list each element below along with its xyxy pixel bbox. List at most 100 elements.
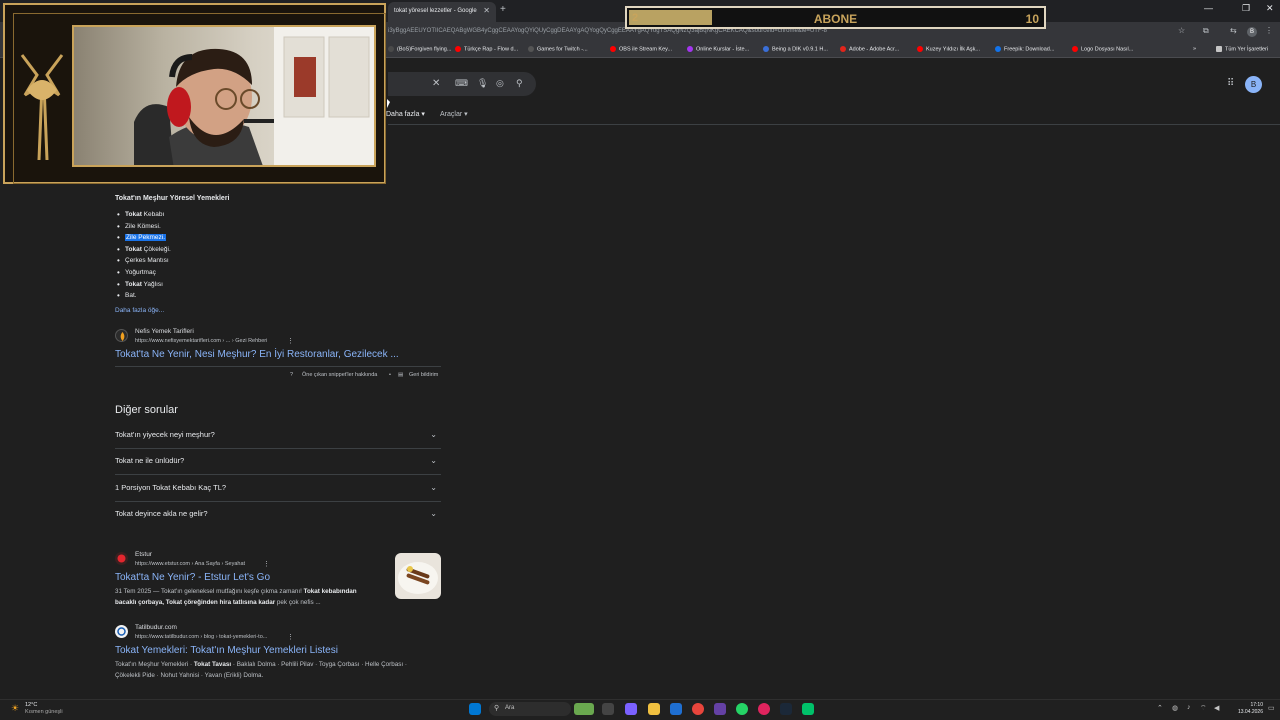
bookmark-item[interactable]: (BoS)Forgiven flying... (388, 46, 451, 52)
lens-icon[interactable]: ◎ (496, 78, 504, 89)
close-tab-icon[interactable]: ✕ (483, 6, 490, 15)
browser-tab[interactable]: tokat yöresel lezzetler - Google ✕ (388, 2, 496, 22)
snippet-item-text: Yoğurtmaç (125, 268, 156, 276)
bookmark-favicon-icon (1072, 46, 1078, 52)
snippet-item-text: Zile Kömesi. (125, 222, 161, 230)
paa-question-text: Tokat'ın yiyecek neyi meşhur? (115, 430, 215, 439)
result-site-name[interactable]: Etstur (135, 551, 152, 558)
weather-icon[interactable]: ☀ (11, 703, 19, 714)
paa-question[interactable]: Tokat ne ile ünlüdür? ⌄ (115, 456, 441, 465)
feedback-icon[interactable]: ▤ (398, 372, 403, 378)
result-description: Tokat'ın Meşhur Yemekleri · Tokat Tavası… (115, 661, 408, 679)
all-bookmarks-link[interactable]: Tüm Yer İşaretleri (1216, 46, 1268, 52)
taskbar (0, 699, 1280, 720)
paa-question-text: Tokat ne ile ünlüdür? (115, 456, 185, 465)
paa-question[interactable]: Tokat'ın yiyecek neyi meşhur? ⌄ (115, 430, 441, 439)
store-icon[interactable] (670, 703, 682, 715)
help-icon[interactable]: ? (290, 372, 293, 378)
snippet-item-text: Bat. (125, 292, 137, 300)
snippet-item-text: Kebabı (141, 211, 165, 218)
more-items-link[interactable]: Daha fazla öğe... (115, 307, 164, 314)
more-options-icon[interactable]: ⋮ (287, 337, 294, 345)
tab-tools[interactable]: Araçlar ▾ (440, 110, 468, 118)
xbox-icon[interactable] (802, 703, 814, 715)
copilot-icon[interactable] (625, 703, 637, 715)
account-avatar[interactable]: B (1245, 76, 1262, 93)
folder-icon (1216, 46, 1222, 52)
extensions-icon[interactable]: ⧉ (1203, 26, 1209, 36)
snippet-list-item: Yoğurtmaç (115, 267, 171, 279)
mic-icon[interactable]: 🎙 (477, 78, 488, 89)
source-name[interactable]: Nefis Yemek Tarifleri (135, 328, 194, 335)
chrome-icon[interactable] (692, 703, 704, 715)
snippet-list-item: Tokat Çökeleği. (115, 244, 171, 256)
bookmark-favicon-icon (840, 46, 846, 52)
maximize-icon[interactable]: ❐ (1242, 3, 1250, 14)
header-divider (388, 124, 1280, 125)
bookmark-item[interactable]: Türkçe Rap - Flow d... (455, 46, 518, 52)
bookmark-label: Türkçe Rap - Flow d... (464, 46, 519, 53)
clear-search-icon[interactable]: ✕ (432, 78, 440, 89)
keyboard-icon[interactable]: ⌨ (455, 78, 468, 89)
mouse-cursor (387, 99, 390, 108)
whatsapp-icon[interactable] (736, 703, 748, 715)
bookmark-item[interactable]: OBS ile Stream Key... (610, 46, 672, 52)
bookmark-item[interactable]: Freepik: Download... (995, 46, 1054, 52)
result-site-name[interactable]: Tatilbudur.com (135, 624, 177, 631)
bookmark-star-icon[interactable]: ☆ (1178, 26, 1185, 35)
app-icon-red[interactable] (758, 703, 770, 715)
file-explorer-icon[interactable] (648, 703, 660, 715)
network-icon[interactable]: ◍ (1172, 704, 1178, 712)
bookmark-favicon-icon (995, 46, 1001, 52)
search-icon: ⚲ (494, 705, 500, 712)
chevron-down-icon: ⌄ (430, 483, 437, 492)
snippet-result-title[interactable]: Tokat'ta Ne Yenir, Nesi Meşhur? En İyi R… (115, 349, 399, 360)
bookmark-item[interactable]: Being a DIK v0.9.1 H... (763, 46, 828, 52)
notification-icon[interactable]: ▭ (1268, 704, 1275, 712)
sidepanel-icon[interactable]: ⇆ (1230, 26, 1237, 35)
twitch-icon[interactable] (714, 703, 726, 715)
menu-icon[interactable]: ⋮ (1265, 26, 1273, 35)
result-title[interactable]: Tokat Yemekleri: Tokat'ın Meşhur Yemekle… (115, 645, 338, 656)
wifi-icon[interactable]: ⌔ (1200, 704, 1207, 713)
tray-chevron-icon[interactable]: ⌃ (1157, 704, 1163, 712)
result-title[interactable]: Tokat'ta Ne Yenir? - Etstur Let's Go (115, 572, 270, 583)
paa-question-text: 1 Porsiyon Tokat Kebabı Kaç TL? (115, 483, 227, 492)
paa-question[interactable]: Tokat deyince akla ne gelir? ⌄ (115, 509, 441, 518)
paa-question[interactable]: 1 Porsiyon Tokat Kebabı Kaç TL? ⌄ (115, 483, 441, 492)
close-window-icon[interactable]: ✕ (1266, 3, 1274, 14)
bookmark-item[interactable]: Kuzey Yıldızı İlk Aşk... (917, 46, 980, 52)
clock[interactable]: 17:10 13.04.2026 (1227, 702, 1263, 716)
volume-icon[interactable]: ◀ (1214, 704, 1219, 712)
bookmark-item[interactable]: Online Kurslar - İste... (687, 46, 749, 52)
new-tab-icon[interactable]: + (500, 4, 506, 15)
paa-divider (115, 474, 441, 475)
steam-icon[interactable] (780, 703, 792, 715)
kebab-thumbnail[interactable] (395, 553, 441, 599)
tab-more[interactable]: Daha fazla ▾ (386, 110, 425, 118)
search-icon[interactable]: ⚲ (516, 78, 523, 89)
bookmark-label: Kuzey Yıldızı İlk Aşk... (926, 46, 981, 53)
bookmark-label: Logo Dosyası Nasıl... (1081, 46, 1134, 53)
more-bookmarks-icon[interactable]: » (1193, 46, 1196, 52)
about-snippets-link[interactable]: Öne çıkan snippet'ler hakkında (302, 372, 377, 378)
mic-tray-icon[interactable]: ♪ (1187, 704, 1191, 711)
subscriber-goal: 10 (1025, 12, 1039, 26)
widgets-icon[interactable] (574, 703, 594, 715)
minimize-icon[interactable]: — (1204, 3, 1213, 13)
more-options-icon[interactable]: ⋮ (287, 633, 294, 641)
more-options-icon[interactable]: ⋮ (263, 560, 270, 568)
bookmark-item[interactable]: Games for Twitch -... (528, 46, 588, 52)
weather-widget[interactable]: 12°C Kısmen güneşli (25, 702, 63, 716)
bookmark-item[interactable]: Logo Dosyası Nasıl... (1072, 46, 1133, 52)
paa-title: Diğer sorular (115, 404, 178, 416)
profile-avatar[interactable]: B (1247, 27, 1257, 37)
apps-grid-icon[interactable]: ⠿ (1227, 78, 1234, 89)
bookmark-item[interactable]: Adobe - Adobe Acr... (840, 46, 899, 52)
snippet-item-text: Çökeleği. (141, 245, 171, 253)
feedback-link[interactable]: Geri bildirim (409, 372, 438, 378)
bookmark-favicon-icon (917, 46, 923, 52)
taskbar-search[interactable]: ⚲ Ara (489, 702, 571, 716)
task-view-icon[interactable] (602, 703, 614, 715)
windows-start-icon[interactable] (469, 703, 481, 715)
